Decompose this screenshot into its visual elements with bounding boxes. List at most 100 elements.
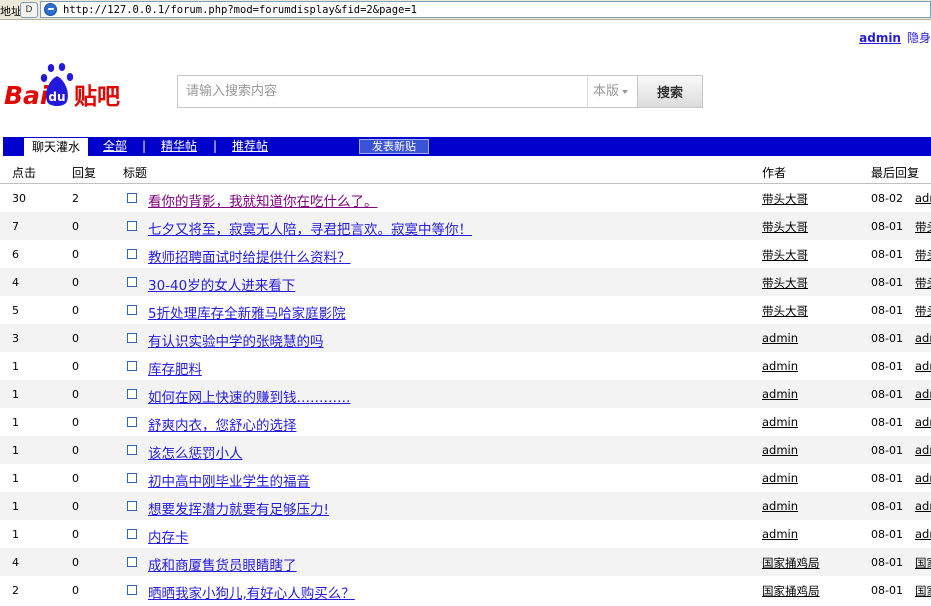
table-row: 4 0 成和商厦售货员眼睛瞎了 国家捅鸡局 08-01 国家捅鸡局 — [0, 548, 931, 576]
search-box: 本版 搜索 — [177, 75, 703, 108]
author-link[interactable]: admin — [762, 415, 798, 429]
last-reply-user-link[interactable]: admin — [915, 415, 931, 429]
select-checkbox[interactable] — [127, 277, 137, 287]
select-checkbox[interactable] — [127, 333, 137, 343]
tab-all[interactable]: 全部 — [103, 137, 127, 156]
address-dropdown-icon[interactable]: D — [20, 2, 38, 18]
reply-count: 0 — [72, 276, 79, 289]
search-input[interactable] — [178, 76, 586, 107]
thread-table-header: 点击 回复 标题 作者 最后回复 — [0, 158, 931, 184]
svg-text:贴吧: 贴吧 — [74, 84, 120, 110]
select-checkbox[interactable] — [127, 249, 137, 259]
svg-text:Bai: Bai — [4, 81, 49, 110]
thread-title-link[interactable]: 30-40岁的女人进来看下 — [148, 274, 295, 294]
author-link[interactable]: 带头大哥 — [762, 247, 808, 263]
thread-title-link[interactable]: 有认识实验中学的张晓慧的吗 — [148, 330, 324, 350]
thread-list: 302看你的背影，我就知道你在吃什么了。带头大哥08-02admin70七夕又将… — [0, 184, 931, 604]
baidu-tieba-logo[interactable]: Bai du 贴吧 — [4, 62, 144, 112]
table-row: 1 0 舒爽内衣，您舒心的选择 admin 08-01 admin — [0, 408, 931, 436]
select-checkbox[interactable] — [127, 221, 137, 231]
svg-text:du: du — [48, 90, 65, 104]
thread-title-link[interactable]: 舒爽内衣，您舒心的选择 — [148, 414, 297, 434]
author-link[interactable]: 国家捅鸡局 — [762, 583, 820, 599]
author-link[interactable]: admin — [762, 471, 798, 485]
thread-title-link[interactable]: 内存卡 — [148, 526, 189, 546]
table-row: 1 0 初中高中刚毕业学生的福音 admin 08-01 admin — [0, 464, 931, 492]
hide-link[interactable]: 隐身 — [907, 31, 931, 45]
thread-title-link[interactable]: 教师招聘面试时给提供什么资料？ — [148, 246, 351, 266]
search-scope-select[interactable]: 本版 — [587, 76, 637, 107]
tab-recommended[interactable]: 推荐帖 — [232, 137, 268, 156]
last-reply-user-link[interactable]: admin — [915, 443, 931, 457]
table-row: 1 0 如何在网上快速的赚到钱………… admin 08-01 admin — [0, 380, 931, 408]
url-field[interactable]: http://127.0.0.1/forum.php?mod=forumdisp… — [40, 1, 931, 18]
last-reply-date: 08-01 — [871, 360, 903, 373]
author-link[interactable]: 带头大哥 — [762, 275, 808, 291]
last-reply-user-link[interactable]: admin — [915, 527, 931, 541]
last-reply-user-link[interactable]: admin — [915, 359, 931, 373]
tab-featured[interactable]: 精华帖 — [161, 137, 197, 156]
click-count: 1 — [12, 500, 19, 513]
last-reply-user-link[interactable]: admin — [915, 191, 931, 205]
author-link[interactable]: admin — [762, 331, 798, 345]
table-row: 6 0 教师招聘面试时给提供什么资料？ 带头大哥 08-01 带头大哥 — [0, 240, 931, 268]
select-checkbox[interactable] — [127, 557, 137, 567]
thread-title-link[interactable]: 成和商厦售货员眼睛瞎了 — [148, 554, 297, 574]
author-link[interactable]: admin — [762, 387, 798, 401]
url-text[interactable]: http://127.0.0.1/forum.php?mod=forumdisp… — [63, 4, 417, 16]
search-button[interactable]: 搜索 — [637, 76, 702, 107]
last-reply-user-link[interactable]: 国家捅鸡局 — [915, 555, 931, 571]
last-reply-user-link[interactable]: admin — [915, 499, 931, 513]
thread-title-link[interactable]: 库存肥料 — [148, 358, 202, 378]
last-reply-user-link[interactable]: admin — [915, 387, 931, 401]
author-link[interactable]: 带头大哥 — [762, 191, 808, 207]
last-reply-user-link[interactable]: 带头大哥 — [915, 303, 931, 319]
last-reply-user-link[interactable]: 带头大哥 — [915, 219, 931, 235]
last-reply-date: 08-01 — [871, 276, 903, 289]
thread-title-link[interactable]: 七夕又将至，寂寞无人陪，寻君把言欢。寂寞中等你！ — [148, 218, 472, 238]
thread-title-link[interactable]: 该怎么惩罚小人 — [148, 442, 243, 462]
user-links: admin 隐身 — [859, 29, 931, 46]
reply-count: 0 — [72, 556, 79, 569]
address-label: 地址 — [0, 5, 22, 18]
header-clicks: 点击 — [12, 166, 37, 180]
last-reply-date: 08-02 — [871, 192, 903, 205]
select-checkbox[interactable] — [127, 529, 137, 539]
last-reply-date: 08-01 — [871, 304, 903, 317]
select-checkbox[interactable] — [127, 473, 137, 483]
reply-count: 0 — [72, 304, 79, 317]
last-reply-user-link[interactable]: 带头大哥 — [915, 247, 931, 263]
author-link[interactable]: admin — [762, 527, 798, 541]
tab-chat[interactable]: 聊天灌水 — [24, 137, 89, 156]
author-link[interactable]: 带头大哥 — [762, 303, 808, 319]
select-checkbox[interactable] — [127, 361, 137, 371]
select-checkbox[interactable] — [127, 445, 137, 455]
last-reply-user-link[interactable]: admin — [915, 471, 931, 485]
select-checkbox[interactable] — [127, 305, 137, 315]
thread-title-link[interactable]: 5折处理库存全新雅马哈家庭影院 — [148, 302, 346, 322]
thread-title-link[interactable]: 想要发挥潜力就要有足够压力! — [148, 498, 329, 518]
thread-title-link[interactable]: 如何在网上快速的赚到钱………… — [148, 386, 351, 406]
select-checkbox[interactable] — [127, 193, 137, 203]
author-link[interactable]: admin — [762, 359, 798, 373]
thread-title-link[interactable]: 看你的背影，我就知道你在吃什么了。 — [148, 190, 378, 210]
last-reply-user-link[interactable]: 带头大哥 — [915, 275, 931, 291]
thread-title-link[interactable]: 初中高中刚毕业学生的福音 — [148, 470, 310, 490]
select-checkbox[interactable] — [127, 501, 137, 511]
last-reply-user-link[interactable]: 国家捅鸡局 — [915, 583, 931, 599]
click-count: 1 — [12, 528, 19, 541]
select-checkbox[interactable] — [127, 585, 137, 595]
username-link[interactable]: admin — [859, 31, 901, 45]
author-link[interactable]: admin — [762, 443, 798, 457]
new-post-button[interactable]: 发表新贴 — [359, 139, 429, 154]
reply-count: 0 — [72, 444, 79, 457]
click-count: 6 — [12, 248, 19, 261]
author-link[interactable]: admin — [762, 499, 798, 513]
select-checkbox[interactable] — [127, 389, 137, 399]
author-link[interactable]: 带头大哥 — [762, 219, 808, 235]
click-count: 4 — [12, 276, 19, 289]
thread-title-link[interactable]: 晒晒我家小狗儿,有好心人购买么？ — [148, 582, 355, 602]
select-checkbox[interactable] — [127, 417, 137, 427]
last-reply-user-link[interactable]: admin — [915, 331, 931, 345]
author-link[interactable]: 国家捅鸡局 — [762, 555, 820, 571]
